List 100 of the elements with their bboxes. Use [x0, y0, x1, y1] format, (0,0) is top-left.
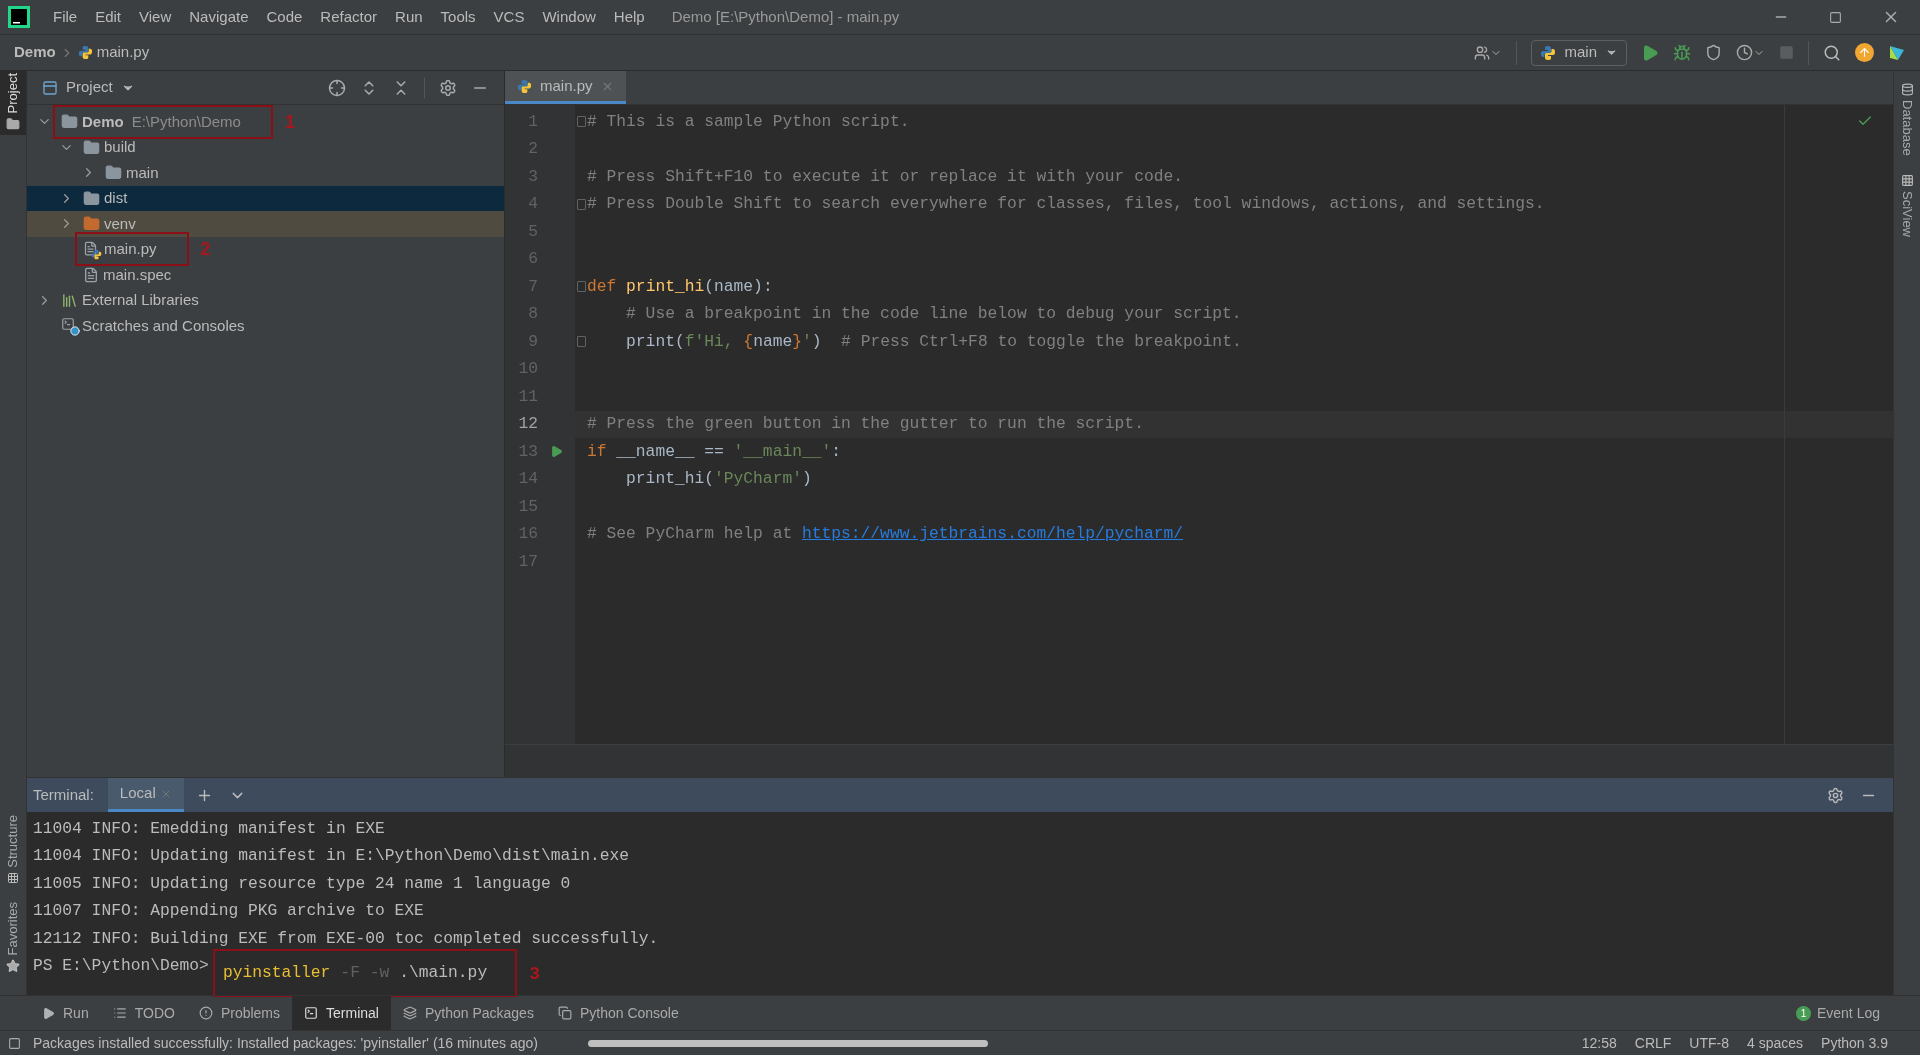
status-item[interactable]: 4 spaces — [1747, 1032, 1804, 1054]
tree-row[interactable]: main — [27, 160, 504, 186]
editor-tab[interactable]: main.py — [505, 71, 626, 104]
terminal-output-line: 11004 INFO: Emedding manifest in EXE — [33, 817, 386, 840]
tree-row[interactable]: venv — [27, 211, 504, 237]
menu-item[interactable]: Help — [604, 5, 654, 29]
code-line: # Press Double Shift to search everywhere for classes, files, tool windows, actions, and settings. — [587, 193, 1545, 216]
terminal-tab[interactable]: Local — [107, 778, 184, 812]
tree-row[interactable]: main.spec — [27, 262, 504, 288]
tree-row[interactable]: Demo E:\Python\Demo 1 — [27, 109, 504, 135]
run-gutter-icon[interactable] — [550, 445, 563, 459]
panel-icon — [42, 79, 58, 96]
annotation-number: 3 — [529, 964, 540, 985]
libraries-icon — [61, 291, 78, 309]
annotation-number: 2 — [200, 240, 211, 259]
status-icon[interactable] — [8, 1036, 21, 1050]
run-icon[interactable] — [1641, 43, 1659, 62]
status-item[interactable]: Python 3.9 — [1821, 1032, 1888, 1054]
status-item[interactable]: CRLF — [1634, 1032, 1672, 1054]
annotation-number: 1 — [284, 112, 295, 131]
tree-item-label: build — [104, 137, 136, 157]
python-logo-icon — [77, 45, 93, 60]
terminal-prompt: PS E:\Python\Demo> — [33, 955, 209, 978]
locate-icon[interactable] — [328, 78, 346, 97]
terminal-argument: .\main.py — [399, 962, 488, 985]
tree-row[interactable]: dist — [27, 185, 504, 211]
grid-icon — [1900, 173, 1914, 187]
settings-icon[interactable] — [1827, 786, 1844, 804]
tree-row[interactable]: build — [27, 134, 504, 160]
tool-window-tab[interactable]: Favorites — [0, 901, 27, 955]
code-line: # Press Shift+F10 to execute it or replace it with your code. — [587, 165, 1183, 188]
breadcrumb[interactable]: Demo — [14, 41, 56, 64]
python-logo-icon — [1540, 44, 1557, 61]
tool-window-tab[interactable]: Structure — [0, 814, 27, 868]
tree-row[interactable]: main.py 2 — [27, 236, 504, 262]
code-line: print(f'Hi, {name}') # Press Ctrl+F8 to toggle the breakpoint. — [625, 330, 1242, 353]
search-icon[interactable] — [1823, 43, 1841, 62]
menu-item[interactable]: Code — [257, 5, 312, 29]
menu-item[interactable]: VCS — [484, 5, 534, 29]
menu-item[interactable]: Tools — [431, 5, 485, 29]
fold-marker-icon[interactable] — [576, 198, 586, 210]
fold-marker-icon[interactable] — [576, 116, 586, 128]
breadcrumb[interactable]: main.py — [96, 41, 150, 64]
console-icon — [557, 1006, 572, 1020]
menu-item[interactable]: Run — [386, 5, 432, 29]
run-configuration-dropdown[interactable]: main — [1531, 39, 1627, 66]
tree-row[interactable]: External Libraries — [27, 287, 504, 313]
status-item[interactable]: 12:58 — [1581, 1032, 1617, 1054]
window-title: Demo [E:\Python\Demo] - main.py — [671, 6, 900, 27]
menu-item[interactable]: Refactor — [311, 5, 387, 29]
plugin-logo-icon[interactable] — [1888, 43, 1906, 62]
folder-icon — [6, 117, 20, 132]
menu-item[interactable]: Edit — [86, 5, 131, 29]
menu-item[interactable]: Window — [533, 5, 605, 29]
fold-marker-icon[interactable] — [576, 281, 586, 293]
update-icon[interactable] — [1855, 43, 1874, 62]
menu-item[interactable]: File — [44, 5, 87, 29]
code-line: # Use a breakpoint in the code line below to debug your script. — [625, 303, 1242, 326]
tree-item-label: venv — [104, 213, 136, 234]
folder-icon — [105, 164, 122, 182]
tree-item-label: Demo — [82, 111, 124, 132]
tool-window-tab[interactable]: SciView — [1897, 190, 1917, 237]
menu-item[interactable]: View — [130, 5, 181, 29]
tool-window-button[interactable]: Terminal — [292, 996, 391, 1030]
fold-marker-icon[interactable] — [576, 336, 586, 348]
tree-item-label: main.spec — [103, 264, 172, 285]
panel-title[interactable]: Project — [66, 76, 113, 99]
coverage-icon[interactable] — [1705, 44, 1722, 61]
line-number: 12 — [517, 413, 538, 436]
scratches-icon — [61, 317, 78, 335]
account-icon[interactable] — [1474, 44, 1503, 61]
menu-item[interactable]: Navigate — [180, 5, 258, 29]
tree-row[interactable]: Scratches and Consoles — [27, 313, 504, 339]
code-line: # This is a sample Python script. — [587, 110, 910, 133]
notification-badge: 1 — [1795, 1005, 1811, 1021]
code-line: # See PyCharm help at https://www.jetbrains.com/help/pycharm/ — [587, 523, 1183, 546]
debug-icon[interactable] — [1673, 43, 1691, 62]
code-line: print_hi('PyCharm') — [625, 468, 812, 491]
code-line: def print_hi(name): — [587, 275, 773, 298]
tool-window-tab[interactable]: Database — [1897, 100, 1917, 156]
restore-icon[interactable] — [1829, 10, 1842, 24]
tree-item-label: Scratches and Consoles — [82, 315, 245, 336]
folder-icon — [83, 189, 100, 207]
play-icon — [42, 1006, 55, 1020]
alert-icon — [198, 1006, 213, 1020]
tool-window-button[interactable]: Run — [30, 996, 101, 1030]
settings-icon[interactable] — [439, 78, 457, 97]
terminal-icon — [304, 1006, 319, 1020]
tool-window-button[interactable]: Python Console — [545, 996, 691, 1030]
database-icon — [1900, 83, 1914, 96]
event-log-button[interactable]: 1 Event Log — [1795, 1002, 1890, 1024]
profile-icon[interactable] — [1736, 44, 1765, 61]
status-item[interactable]: UTF-8 — [1689, 1032, 1729, 1054]
scrollbar-thumb[interactable] — [587, 1039, 988, 1047]
code-line: if __name__ == '__main__': — [587, 440, 842, 463]
tool-window-button[interactable]: Python Packages — [390, 996, 546, 1030]
tree-item-label: dist — [104, 188, 128, 208]
tool-window-button[interactable]: Problems — [186, 996, 293, 1030]
tool-window-button[interactable]: TODO — [100, 996, 187, 1030]
tree-item-label: main.py — [104, 239, 157, 259]
